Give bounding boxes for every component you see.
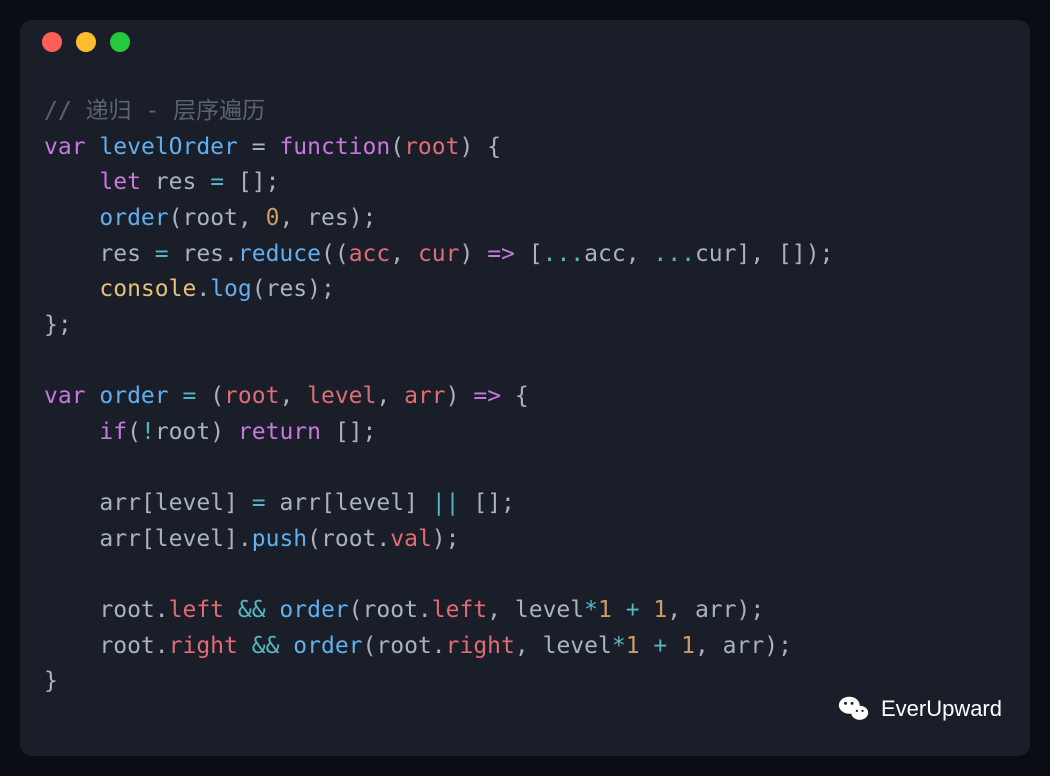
code-function-call: order	[99, 205, 168, 231]
window-titlebar	[20, 20, 1030, 64]
code-number: 1	[653, 597, 667, 623]
code-property: val	[390, 526, 432, 552]
code-param: cur	[418, 241, 460, 267]
code-console: console	[99, 276, 196, 302]
code-param: level	[307, 383, 376, 409]
code-comment: // 递归 - 层序遍历	[44, 98, 265, 124]
code-keyword: return	[238, 419, 321, 445]
code-number: 1	[598, 597, 612, 623]
code-identifier: order	[86, 383, 183, 409]
code-function-call: order	[293, 633, 362, 659]
code-method: log	[210, 276, 252, 302]
code-content: // 递归 - 层序遍历 var levelOrder = function(r…	[20, 64, 1030, 710]
code-property: right	[169, 633, 238, 659]
code-param: arr	[404, 383, 446, 409]
code-function-call: order	[279, 597, 348, 623]
code-param: root	[224, 383, 279, 409]
code-property: left	[432, 597, 487, 623]
code-param: root	[404, 134, 459, 160]
watermark: EverUpward	[837, 692, 1002, 726]
code-property: right	[446, 633, 515, 659]
code-identifier: levelOrder	[99, 134, 237, 160]
code-keyword: var	[44, 383, 86, 409]
close-button[interactable]	[42, 32, 62, 52]
code-param: acc	[349, 241, 391, 267]
code-method: push	[252, 526, 307, 552]
code-arrow: =>	[473, 383, 501, 409]
maximize-button[interactable]	[110, 32, 130, 52]
code-number: 1	[626, 633, 640, 659]
code-keyword: let	[99, 169, 141, 195]
code-method: reduce	[238, 241, 321, 267]
code-arrow: =>	[487, 241, 515, 267]
code-keyword: if	[99, 419, 127, 445]
watermark-text: EverUpward	[881, 696, 1002, 722]
wechat-icon	[837, 692, 871, 726]
code-number: 1	[681, 633, 695, 659]
code-keyword: var	[44, 134, 86, 160]
code-number: 0	[266, 205, 280, 231]
minimize-button[interactable]	[76, 32, 96, 52]
code-window: // 递归 - 层序遍历 var levelOrder = function(r…	[20, 20, 1030, 756]
code-property: left	[169, 597, 224, 623]
code-keyword: function	[279, 134, 390, 160]
